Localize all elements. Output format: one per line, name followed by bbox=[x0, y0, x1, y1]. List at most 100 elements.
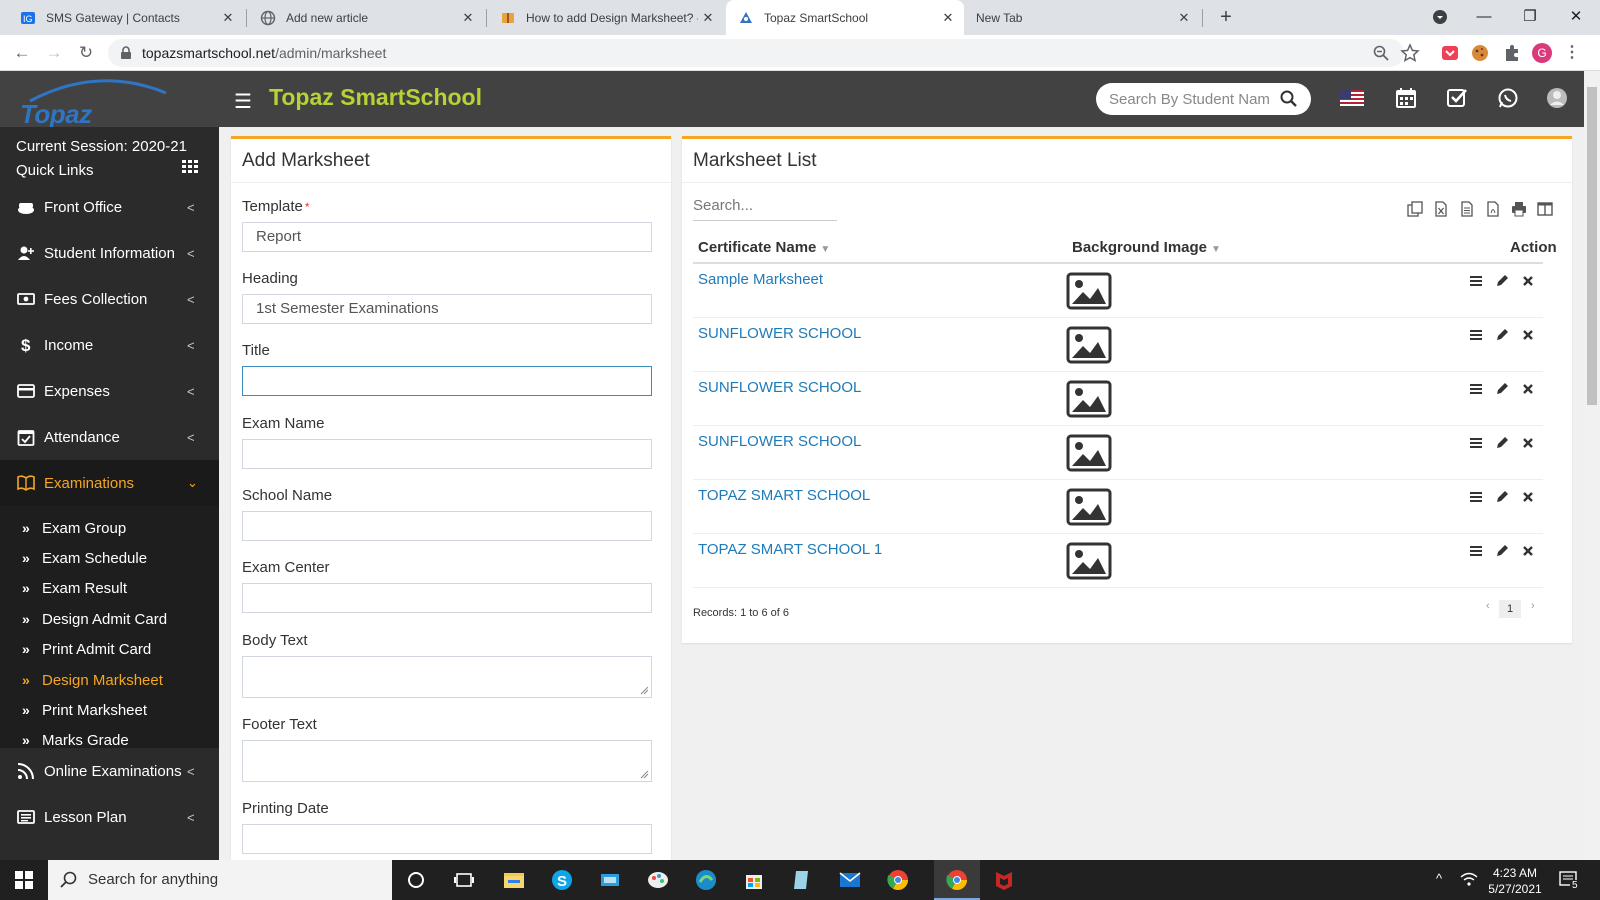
next-page-button[interactable]: › bbox=[1531, 600, 1535, 612]
wifi-icon[interactable] bbox=[1460, 872, 1478, 888]
chrome-alt-icon[interactable] bbox=[886, 868, 910, 892]
view-list-icon[interactable] bbox=[1469, 382, 1483, 396]
windows-start-icon[interactable] bbox=[12, 868, 36, 892]
certificate-name-link[interactable]: TOPAZ SMART SCHOOL bbox=[698, 487, 870, 504]
forward-button[interactable]: → bbox=[43, 42, 65, 64]
student-search-input[interactable] bbox=[1109, 89, 1269, 109]
view-list-icon[interactable] bbox=[1469, 274, 1483, 288]
task-check-icon[interactable] bbox=[1446, 87, 1468, 109]
sidebar-item-attendance[interactable]: Attendance < bbox=[0, 414, 219, 460]
prev-page-button[interactable]: ‹ bbox=[1486, 600, 1490, 612]
columns-icon[interactable] bbox=[1537, 201, 1553, 217]
cookie-icon[interactable] bbox=[1470, 43, 1490, 63]
submenu-exam-result[interactable]: » Exam Result bbox=[0, 573, 219, 603]
school-logo[interactable]: Topaz SmartSchool bbox=[0, 71, 219, 127]
view-list-icon[interactable] bbox=[1469, 490, 1483, 504]
taskbar-clock[interactable]: 4:23 AM 5/27/2021 bbox=[1485, 865, 1545, 897]
submenu-print-admit-card[interactable]: » Print Admit Card bbox=[0, 634, 219, 664]
page-1-button[interactable]: 1 bbox=[1499, 600, 1521, 618]
paint-icon[interactable] bbox=[646, 868, 670, 892]
footer-text-textarea[interactable] bbox=[242, 740, 652, 782]
edit-pencil-icon[interactable] bbox=[1495, 328, 1509, 342]
window-close-button[interactable]: ✕ bbox=[1554, 0, 1598, 35]
print-icon[interactable] bbox=[1511, 201, 1527, 217]
edit-pencil-icon[interactable] bbox=[1495, 544, 1509, 558]
tab-search-button[interactable] bbox=[1418, 0, 1462, 35]
col-header-certificate-name[interactable]: Certificate Name ▼ bbox=[698, 239, 830, 256]
zoom-icon[interactable] bbox=[1373, 45, 1389, 61]
template-select[interactable]: Report bbox=[242, 222, 652, 252]
browser-tab[interactable]: How to add Design Marksheet? - ✕ bbox=[488, 0, 724, 35]
browser-tab[interactable]: Add new article ✕ bbox=[248, 0, 484, 35]
taskbar-search[interactable]: Search for anything bbox=[48, 860, 392, 900]
sidebar-item-income[interactable]: $ Income < bbox=[0, 322, 219, 368]
submenu-print-marksheet[interactable]: » Print Marksheet bbox=[0, 695, 219, 725]
store-icon[interactable] bbox=[742, 868, 766, 892]
quick-links-link[interactable]: Quick Links bbox=[16, 159, 187, 183]
close-icon[interactable]: ✕ bbox=[1174, 10, 1194, 26]
us-flag-icon[interactable] bbox=[1340, 87, 1364, 109]
browser-tab-active[interactable]: Topaz SmartSchool ✕ bbox=[726, 0, 964, 35]
star-icon[interactable] bbox=[1400, 43, 1420, 63]
reload-button[interactable]: ↻ bbox=[75, 42, 97, 64]
task-view-icon[interactable] bbox=[452, 868, 476, 892]
skype-icon[interactable]: S bbox=[550, 868, 574, 892]
notifications-button[interactable]: 5 bbox=[1558, 869, 1580, 891]
file-explorer-icon[interactable] bbox=[502, 868, 526, 892]
submenu-design-admit-card[interactable]: » Design Admit Card bbox=[0, 604, 219, 634]
notes-icon[interactable] bbox=[790, 868, 814, 892]
more-menu-icon[interactable]: ⋮ bbox=[1562, 43, 1582, 63]
certificate-name-link[interactable]: SUNFLOWER SCHOOL bbox=[698, 433, 861, 450]
pdf-icon[interactable] bbox=[1485, 201, 1501, 217]
profile-avatar[interactable]: G bbox=[1532, 43, 1552, 63]
close-icon[interactable]: ✕ bbox=[698, 10, 718, 26]
heading-input[interactable]: 1st Semester Examinations bbox=[242, 294, 652, 324]
col-header-background-image[interactable]: Background Image ▼ bbox=[1072, 239, 1221, 256]
new-tab-button[interactable]: + bbox=[1214, 6, 1238, 30]
delete-x-icon[interactable] bbox=[1521, 436, 1535, 450]
submenu-design-marksheet[interactable]: » Design Marksheet bbox=[0, 665, 219, 695]
submenu-exam-schedule[interactable]: » Exam Schedule bbox=[0, 543, 219, 573]
sidebar-item-student-information[interactable]: Student Information < bbox=[0, 230, 219, 276]
edit-pencil-icon[interactable] bbox=[1495, 382, 1509, 396]
taskbar-active-app[interactable] bbox=[934, 860, 980, 900]
delete-x-icon[interactable] bbox=[1521, 328, 1535, 342]
browser-tab[interactable]: IG SMS Gateway | Contacts ✕ bbox=[8, 0, 244, 35]
edit-pencil-icon[interactable] bbox=[1495, 490, 1509, 504]
exam-name-input[interactable] bbox=[242, 439, 652, 469]
url-bar[interactable]: topazsmartschool.net/admin/marksheet bbox=[108, 39, 1404, 67]
browser-tab[interactable]: New Tab ✕ bbox=[964, 0, 1200, 35]
tray-chevron-up-icon[interactable]: ^ bbox=[1436, 871, 1442, 886]
puzzle-icon[interactable] bbox=[1502, 43, 1522, 63]
delete-x-icon[interactable] bbox=[1521, 274, 1535, 288]
body-text-textarea[interactable] bbox=[242, 656, 652, 698]
cortana-icon[interactable] bbox=[404, 868, 428, 892]
sidebar-item-examinations[interactable]: Examinations ⌄ bbox=[0, 460, 219, 506]
user-avatar[interactable] bbox=[1546, 87, 1568, 109]
resize-handle-icon[interactable] bbox=[640, 770, 649, 779]
grid-icon[interactable] bbox=[182, 160, 198, 174]
pocket-icon[interactable] bbox=[1440, 43, 1460, 63]
certificate-name-link[interactable]: SUNFLOWER SCHOOL bbox=[698, 379, 861, 396]
edge-icon[interactable] bbox=[694, 868, 718, 892]
mail-icon[interactable] bbox=[838, 868, 862, 892]
submenu-exam-group[interactable]: » Exam Group bbox=[0, 513, 219, 543]
school-name-input[interactable] bbox=[242, 511, 652, 541]
maximize-button[interactable]: ❐ bbox=[1508, 0, 1552, 35]
view-list-icon[interactable] bbox=[1469, 436, 1483, 450]
sidebar-item-expenses[interactable]: Expenses < bbox=[0, 368, 219, 414]
app-icon[interactable] bbox=[598, 868, 622, 892]
printing-date-input[interactable] bbox=[242, 824, 652, 854]
edit-pencil-icon[interactable] bbox=[1495, 436, 1509, 450]
sidebar-item-online-examinations[interactable]: Online Examinations < bbox=[0, 748, 219, 794]
view-list-icon[interactable] bbox=[1469, 544, 1483, 558]
view-list-icon[interactable] bbox=[1469, 328, 1483, 342]
mcafee-icon[interactable] bbox=[992, 868, 1016, 892]
copy-icon[interactable] bbox=[1407, 201, 1423, 217]
hamburger-menu-icon[interactable]: ☰ bbox=[234, 89, 252, 114]
certificate-name-link[interactable]: SUNFLOWER SCHOOL bbox=[698, 325, 861, 342]
edit-pencil-icon[interactable] bbox=[1495, 274, 1509, 288]
delete-x-icon[interactable] bbox=[1521, 382, 1535, 396]
sidebar-item-lesson-plan[interactable]: Lesson Plan < bbox=[0, 794, 219, 840]
sidebar-item-fees-collection[interactable]: Fees Collection < bbox=[0, 276, 219, 322]
